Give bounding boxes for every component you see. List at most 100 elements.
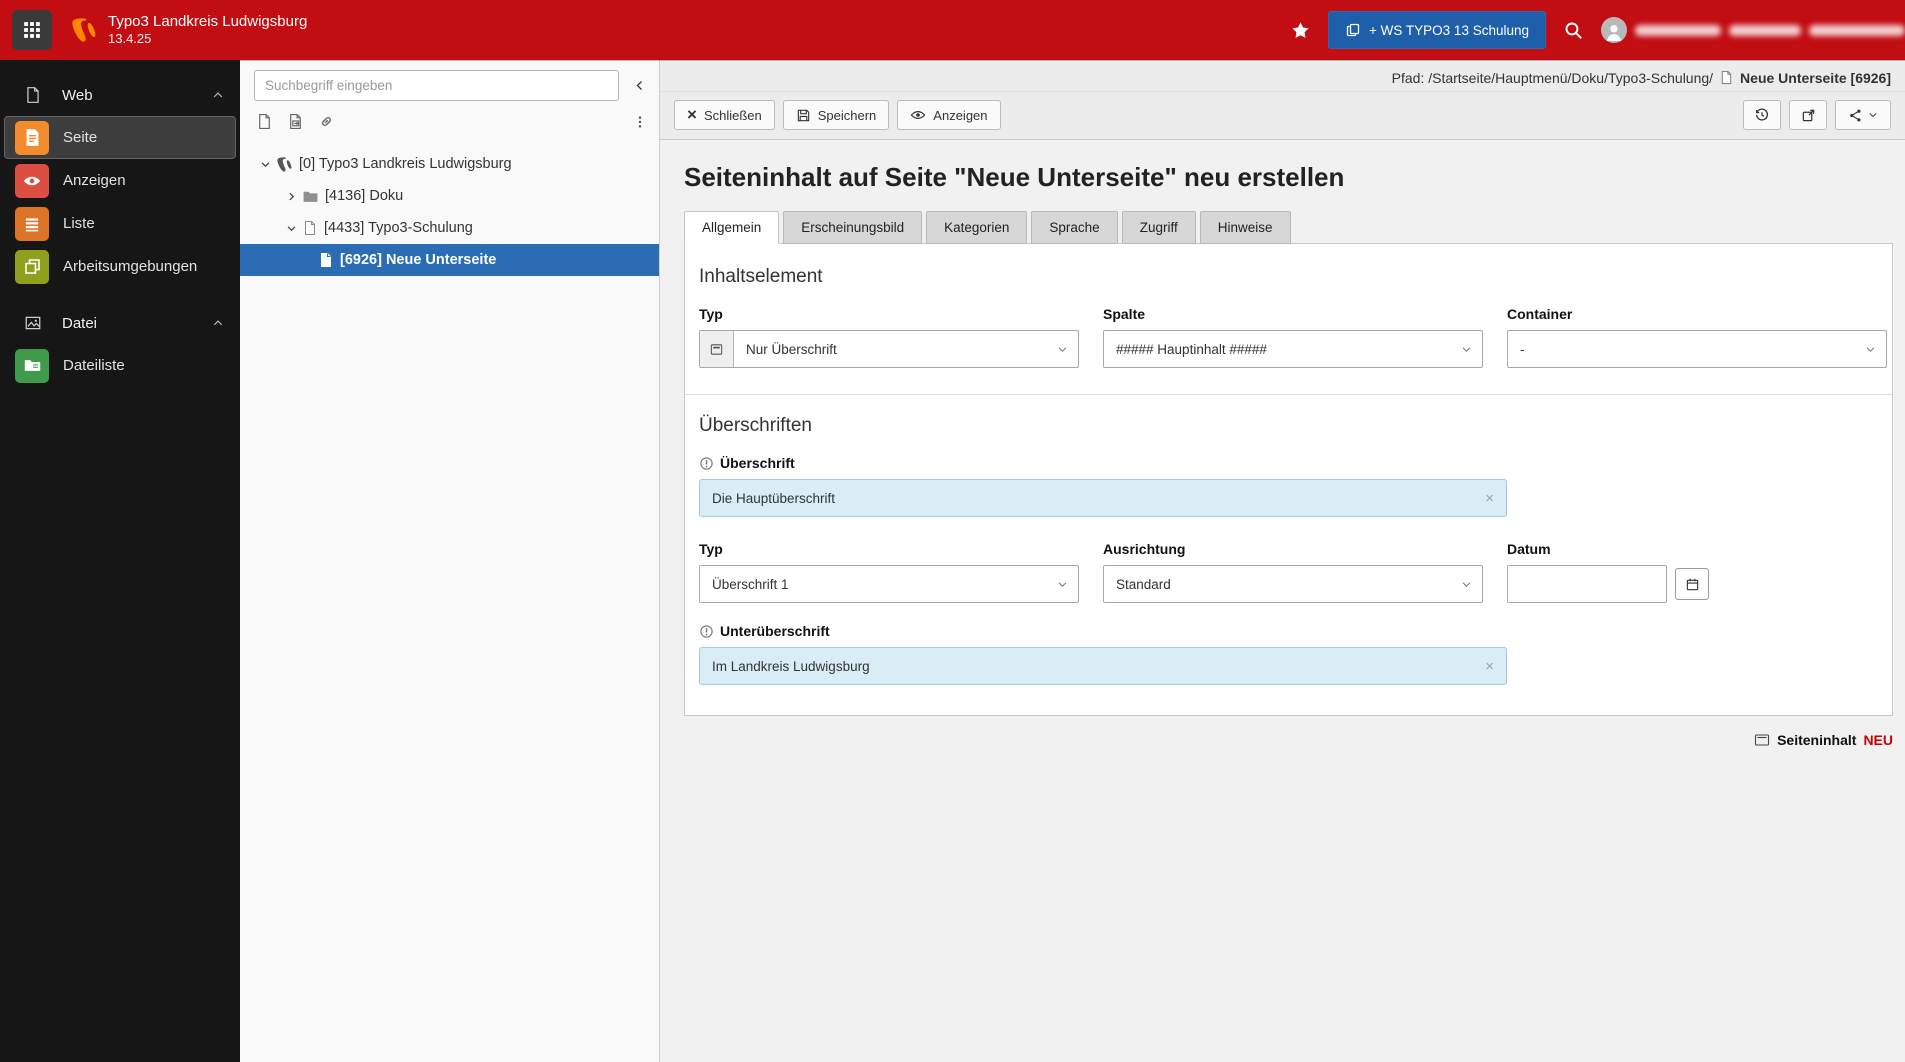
calendar-button[interactable] (1675, 568, 1709, 600)
ueberschrift-label: Überschrift (720, 455, 795, 471)
tree-node-label: [4433] Typo3-Schulung (324, 220, 473, 236)
redacted-username (1809, 24, 1905, 36)
container-label: Container (1507, 306, 1573, 322)
tab-allgemein[interactable]: Allgemein (684, 211, 780, 244)
unterueberschrift-input[interactable]: Im Landkreis Ludwigsburg × (699, 647, 1507, 685)
brand[interactable]: Typo3 Landkreis Ludwigsburg 13.4.25 (70, 13, 307, 48)
sidebar-item-label: Seite (63, 129, 98, 146)
tab-erscheinungsbild[interactable]: Erscheinungsbild (783, 211, 923, 244)
heading-typ-select[interactable]: Überschrift 1 (699, 565, 1079, 603)
module-group-label: Datei (62, 314, 98, 332)
breadcrumb-path: Pfad: /Startseite/Hauptmenü/Doku/Typo3-S… (1391, 69, 1714, 86)
share-icon (1848, 108, 1863, 123)
page-icon (1719, 70, 1734, 85)
typ-select[interactable]: Nur Überschrift (699, 330, 1079, 368)
folder-icon (302, 188, 319, 205)
workspace-button[interactable]: + WS TYPO3 13 Schulung (1328, 11, 1546, 49)
new-page-icon[interactable] (256, 113, 273, 130)
save-button[interactable]: Speichern (782, 100, 890, 130)
save-floppy-icon (796, 108, 811, 123)
calendar-icon (1685, 577, 1700, 592)
tab-kategorien[interactable]: Kategorien (926, 211, 1028, 244)
record-footer: Seiteninhalt NEU (660, 732, 1893, 748)
page-tree-panel: [0] Typo3 Landkreis Ludwigsburg [4136] D… (240, 60, 660, 1062)
typo3-logo-icon (70, 16, 98, 44)
sidebar-item-label: Liste (63, 215, 95, 232)
open-in-new-window-button[interactable] (1789, 100, 1827, 130)
unterueberschrift-label: Unterüberschrift (720, 623, 830, 639)
spalte-select-value: ##### Hauptinhalt ##### (1116, 341, 1267, 357)
breadcrumb-record: Neue Unterseite [6926] (1740, 69, 1891, 86)
tree-node-root[interactable]: [0] Typo3 Landkreis Ludwigsburg (240, 148, 659, 180)
content-element-icon (1754, 732, 1770, 748)
sidebar-item-arbeitsumgebungen[interactable]: Arbeitsumgebungen (4, 245, 236, 288)
record-type-label: Seiteninhalt (1777, 732, 1857, 748)
web-doc-icon (24, 86, 42, 104)
clear-field-icon[interactable]: × (1485, 490, 1494, 507)
filelist-folder-icon (15, 348, 49, 383)
page-icon (302, 220, 318, 236)
tree-kebab-menu-icon[interactable] (633, 114, 647, 130)
tree-node-neue-unterseite-selected[interactable]: [6926] Neue Unterseite (240, 244, 659, 276)
datum-input[interactable] (1507, 565, 1667, 603)
view-button-label: Anzeigen (933, 107, 988, 123)
save-button-label: Speichern (817, 107, 877, 123)
typo3-version: 13.4.25 (108, 31, 152, 47)
external-link-icon (1801, 108, 1816, 123)
modulemenu-toggle-button[interactable] (12, 10, 52, 50)
grid-icon (23, 21, 41, 39)
sidebar-item-seite[interactable]: Seite (4, 116, 236, 159)
chevron-up-icon (212, 317, 224, 329)
sidebar-item-label: Dateiliste (63, 357, 125, 374)
module-group-datei[interactable]: Datei (0, 302, 240, 344)
ausrichtung-select[interactable]: Standard (1103, 565, 1483, 603)
tab-bar: Allgemein Erscheinungsbild Kategorien Sp… (684, 211, 1893, 244)
file-image-icon (24, 314, 42, 332)
chevron-down-icon[interactable] (256, 159, 274, 170)
chevron-right-icon[interactable] (282, 191, 300, 202)
history-button[interactable] (1743, 100, 1781, 130)
sidebar-item-dateiliste[interactable]: Dateiliste (4, 344, 236, 387)
tree-node-doku[interactable]: [4136] Doku (240, 180, 659, 212)
ueberschrift-value: Die Hauptüberschrift (712, 490, 836, 506)
redacted-username (1635, 24, 1721, 36)
chevron-down-icon (1865, 344, 1886, 355)
section-divider (685, 394, 1892, 395)
tab-hinweise[interactable]: Hinweise (1199, 211, 1291, 244)
chevron-down-icon (1868, 110, 1878, 120)
new-page-wizard-icon[interactable] (287, 113, 304, 130)
user-menu[interactable] (1601, 17, 1905, 43)
breadcrumb: Pfad: /Startseite/Hauptmenü/Doku/Typo3-S… (660, 60, 1905, 92)
sidebar-item-anzeigen[interactable]: Anzeigen (4, 159, 236, 202)
module-group-web[interactable]: Web (0, 74, 240, 116)
view-button[interactable]: Anzeigen (897, 100, 1001, 130)
container-select[interactable]: - (1507, 330, 1887, 368)
ueberschrift-label-row: Überschrift (699, 455, 1878, 471)
unterueberschrift-label-row: Unterüberschrift (699, 623, 1878, 639)
link-icon[interactable] (318, 113, 335, 130)
close-button[interactable]: × Schließen (674, 100, 775, 130)
workspace-copy-icon (1345, 22, 1361, 38)
share-button[interactable] (1835, 100, 1891, 130)
ueberschrift-input[interactable]: Die Hauptüberschrift × (699, 479, 1507, 517)
tab-zugriff[interactable]: Zugriff (1121, 211, 1196, 244)
unterueberschrift-value: Im Landkreis Ludwigsburg (712, 658, 870, 674)
spalte-select[interactable]: ##### Hauptinhalt ##### (1103, 330, 1483, 368)
chevron-down-icon[interactable] (282, 223, 300, 234)
view-eye-icon (910, 107, 926, 123)
sidebar-item-liste[interactable]: Liste (4, 202, 236, 245)
sidebar-item-label: Arbeitsumgebungen (63, 258, 198, 275)
clear-field-icon[interactable]: × (1485, 658, 1494, 675)
bookmark-star-icon[interactable] (1291, 21, 1310, 40)
tree-search-input[interactable] (254, 70, 619, 101)
collapse-tree-icon[interactable] (629, 76, 649, 96)
search-icon[interactable] (1564, 21, 1583, 40)
close-button-label: Schließen (703, 107, 762, 123)
tree-node-typo3-schulung[interactable]: [4433] Typo3-Schulung (240, 212, 659, 244)
tab-panel-allgemein: Inhaltselement Typ Nur Überschrift Spalt… (684, 243, 1893, 716)
chevron-down-icon (1057, 344, 1078, 355)
section-heading-ueberschriften: Überschriften (699, 415, 812, 436)
tab-sprache[interactable]: Sprache (1031, 211, 1118, 244)
typ-select-value: Nur Überschrift (746, 341, 837, 357)
history-icon (1754, 107, 1770, 123)
